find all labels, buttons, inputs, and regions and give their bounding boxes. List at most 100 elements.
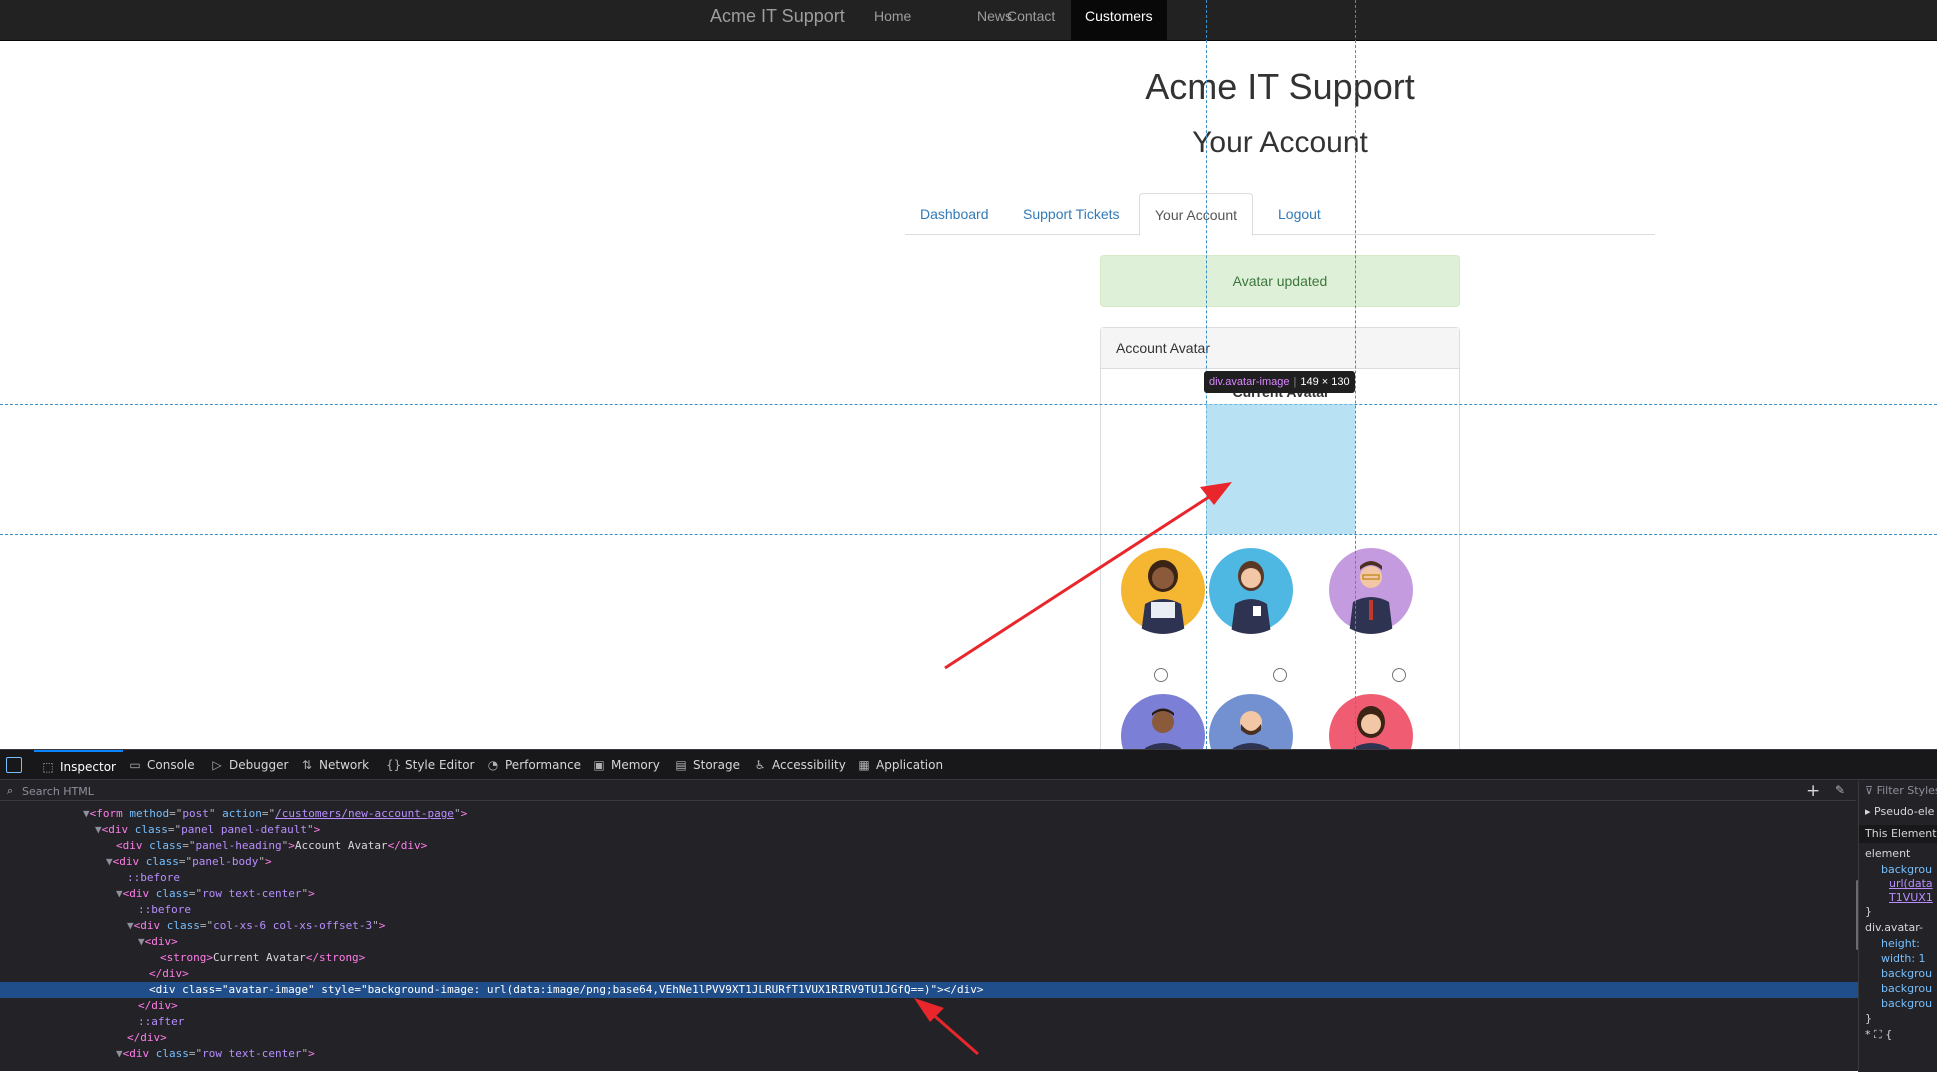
- markup-line-div-close[interactable]: </div>: [0, 966, 1858, 982]
- avatar-option-4[interactable]: [1119, 692, 1207, 749]
- element-picker-icon[interactable]: [6, 757, 22, 773]
- markup-line-avatar-image-selected[interactable]: <div class="avatar-image" style="backgro…: [0, 982, 1858, 998]
- avatar-option-1[interactable]: [1119, 546, 1207, 634]
- devtools-tab-network[interactable]: ⇅ Network: [300, 750, 369, 780]
- rule-width: width: 1: [1881, 952, 1926, 965]
- devtools-toolbar: ⬚ Inspector ▭ Console ▷ Debugger ⇅ Network {…: [0, 750, 1937, 780]
- devtools-tab-inspector[interactable]: ⬚ Inspector: [34, 750, 123, 780]
- markup-line-row-2[interactable]: ▼<div class="row text-center">: [0, 1046, 1858, 1062]
- nav-home[interactable]: Home: [874, 0, 911, 40]
- tab-label: Performance: [505, 758, 582, 772]
- website-viewport: Acme IT Support Home News Contact Custom…: [0, 0, 1937, 749]
- tab-label: Network: [319, 758, 370, 772]
- attr-value: col-xs-6 col-xs-offset-3: [213, 919, 373, 932]
- avatar-option-5[interactable]: [1207, 692, 1295, 749]
- devtools-tab-accessibility[interactable]: ♿ Accessibility: [753, 750, 846, 780]
- avatar-option-6[interactable]: [1327, 692, 1415, 749]
- rule-close-2: }: [1865, 1012, 1872, 1025]
- markup-line-div-close-2[interactable]: </div>: [0, 998, 1858, 1014]
- attr-value: avatar-image: [228, 983, 308, 996]
- markup-line-after[interactable]: ::after: [0, 1014, 1858, 1030]
- page-subtitle: Your Account: [1192, 126, 1368, 159]
- this-element-header: This Element: [1859, 825, 1937, 843]
- tab-dashboard[interactable]: Dashboard: [905, 193, 1004, 235]
- inspector-guide-right: [1355, 0, 1356, 749]
- tooltip-size: 149 × 130: [1300, 376, 1350, 388]
- markup-search-bar: ⌕ + ✎: [0, 781, 1856, 801]
- attr-name: method: [129, 807, 170, 820]
- attr-value: row text-center: [202, 1047, 302, 1060]
- nav-contact[interactable]: Contact: [1007, 0, 1055, 40]
- markup-line-div[interactable]: ▼<div>: [0, 934, 1858, 950]
- markup-line-strong[interactable]: <strong>Current Avatar</strong>: [0, 950, 1858, 966]
- devtools-tab-storage[interactable]: ▤ Storage: [674, 750, 740, 780]
- eyedropper-icon[interactable]: ✎: [1835, 783, 1845, 797]
- tag-name: form: [96, 807, 123, 820]
- rule-selector-2: div.avatar-: [1865, 921, 1924, 934]
- devtools-tab-style-editor[interactable]: {} Style Editor: [386, 750, 474, 780]
- devtools-tab-performance[interactable]: ◔ Performance: [486, 750, 581, 780]
- tab-label: Memory: [611, 758, 660, 772]
- devtools-tab-application[interactable]: ▦ Application: [857, 750, 943, 780]
- avatar-man-glasses-icon: [1329, 548, 1413, 634]
- page-title: Acme IT Support: [1145, 66, 1415, 107]
- tab-your-account[interactable]: Your Account: [1139, 193, 1253, 236]
- avatar-man-beard-icon: [1209, 694, 1293, 749]
- search-html-input[interactable]: [22, 783, 622, 799]
- navbar-brand[interactable]: Acme IT Support: [710, 0, 845, 41]
- form-action-link[interactable]: /customers/new-account-page: [275, 807, 454, 820]
- tab-label: Inspector: [60, 760, 116, 774]
- nav-customers[interactable]: Customers: [1071, 0, 1167, 40]
- node-text: Account Avatar: [294, 839, 388, 852]
- avatar-radio-1[interactable]: [1154, 668, 1168, 682]
- panel-heading: Account Avatar: [1101, 328, 1459, 369]
- attr-value: panel-body: [192, 855, 259, 868]
- devtools-tab-console[interactable]: ▭ Console: [128, 750, 195, 780]
- tab-support-tickets[interactable]: Support Tickets: [1008, 193, 1135, 235]
- filter-styles[interactable]: ⊽ Filter Styles: [1865, 784, 1937, 797]
- markup-line-before-2[interactable]: ::before: [0, 902, 1858, 918]
- avatar-option-3[interactable]: [1327, 546, 1415, 634]
- markup-line-div-close-3[interactable]: </div>: [0, 1030, 1858, 1046]
- markup-line-col[interactable]: ▼<div class="col-xs-6 col-xs-offset-3">: [0, 918, 1858, 934]
- inspector-guide-top: [0, 404, 1937, 405]
- avatar-radio-2[interactable]: [1273, 668, 1287, 682]
- avatar-man-suit-icon: [1121, 694, 1205, 749]
- avatar-option-2[interactable]: [1207, 546, 1295, 634]
- node-text: Current Avatar: [212, 951, 306, 964]
- add-node-icon[interactable]: +: [1806, 781, 1820, 801]
- console-icon: ▭: [129, 758, 141, 772]
- rule-close: }: [1865, 905, 1872, 918]
- attr-name: action: [222, 807, 262, 820]
- pseudo-elements-toggle[interactable]: ▸ Pseudo-ele: [1865, 805, 1934, 818]
- rule-height: height:: [1881, 937, 1920, 950]
- success-alert: Avatar updated: [1100, 255, 1460, 307]
- avatar-woman-red-icon: [1329, 694, 1413, 749]
- devtools-tab-debugger[interactable]: ▷ Debugger: [210, 750, 288, 780]
- attr-value: post: [182, 807, 209, 820]
- inspector-guide-bottom: [0, 534, 1937, 535]
- devtools-tab-memory[interactable]: ▣ Memory: [592, 750, 660, 780]
- markup-line-row[interactable]: ▼<div class="row text-center">: [0, 886, 1858, 902]
- tab-logout[interactable]: Logout: [1263, 193, 1336, 235]
- performance-icon: ◔: [487, 758, 499, 772]
- tab-label: Console: [147, 758, 195, 772]
- avatar-radio-3[interactable]: [1392, 668, 1406, 682]
- markup-tree: ▼<form method="post" action="/customers/…: [0, 802, 1858, 1072]
- tooltip-selector: div.avatar-image: [1209, 376, 1290, 388]
- markup-line-panel-heading[interactable]: <div class="panel-heading">Account Avata…: [0, 838, 1858, 854]
- markup-line-before[interactable]: ::before: [0, 870, 1858, 886]
- storage-icon: ▤: [675, 758, 687, 772]
- rule-element: element: [1865, 847, 1911, 860]
- rule-prop: backgrou: [1881, 863, 1933, 876]
- tab-label: Debugger: [229, 758, 289, 772]
- avatar-image-highlight: [1206, 404, 1355, 534]
- avatar-woman-coffee-icon: [1209, 548, 1293, 634]
- rule-bg-2: backgrou: [1881, 982, 1933, 995]
- markup-line-form[interactable]: ▼<form method="post" action="/customers/…: [0, 806, 1858, 822]
- pseudo-element: ::before: [127, 871, 180, 884]
- markup-line-panel-body[interactable]: ▼<div class="panel-body">: [0, 854, 1858, 870]
- markup-line-panel[interactable]: ▼<div class="panel panel-default">: [0, 822, 1858, 838]
- rule-universal: * ⛶ {: [1865, 1028, 1893, 1041]
- avatar-style-value: background-image: url(data:image/png;bas…: [367, 983, 931, 996]
